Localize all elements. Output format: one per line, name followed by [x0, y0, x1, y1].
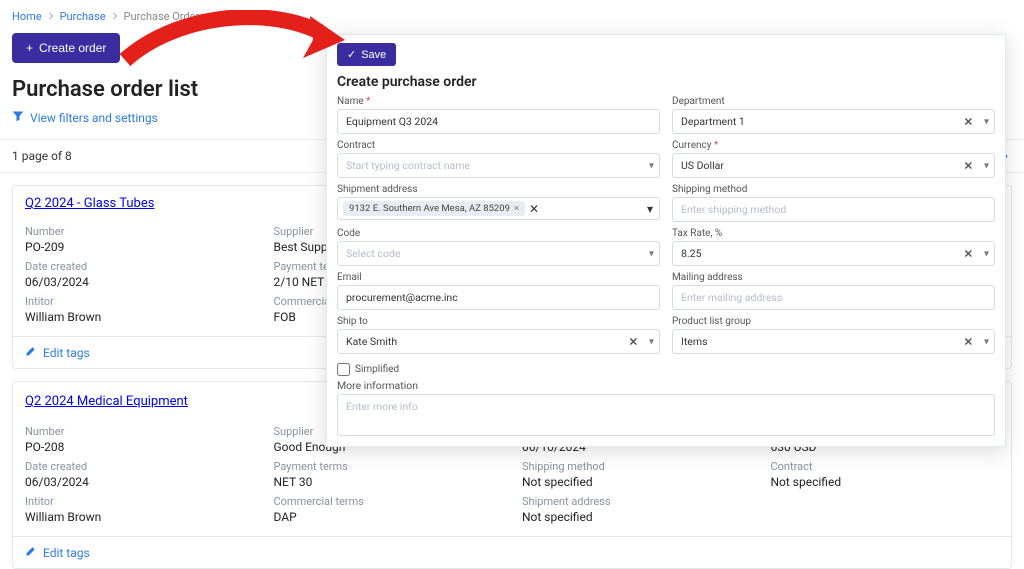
email-input[interactable] [337, 285, 660, 310]
create-po-modal: ✓ Save Create purchase order Name Depart… [326, 34, 1006, 447]
contract-label: Contract [337, 140, 660, 151]
shipping-method-label: Shipping method [672, 184, 995, 195]
pencil-icon [25, 345, 37, 360]
tax-select[interactable] [672, 241, 995, 266]
tax-label: Tax Rate, % [672, 228, 995, 239]
department-select[interactable] [672, 109, 995, 134]
name-input[interactable] [337, 109, 660, 134]
clear-icon[interactable]: ✕ [964, 115, 973, 128]
product-list-group-select[interactable] [672, 329, 995, 354]
code-label: Code [337, 228, 660, 239]
product-list-group-label: Product list group [672, 316, 995, 327]
address-chip[interactable]: 9132 E. Southern Ave Mesa, AZ 85209× [343, 201, 525, 216]
department-label: Department [672, 96, 995, 107]
breadcrumb: Home Purchase Purchase Orders [0, 0, 1024, 33]
filter-icon [12, 110, 24, 125]
shipto-label: Ship to [337, 316, 660, 327]
code-select[interactable] [337, 241, 660, 266]
breadcrumb-purchase[interactable]: Purchase [60, 10, 106, 23]
shipment-address-label: Shipment address [337, 184, 660, 195]
clear-icon[interactable]: ✕ [964, 335, 973, 348]
clear-icon[interactable]: ✕ [629, 335, 638, 348]
pencil-icon [25, 545, 37, 560]
currency-label: Currency [672, 140, 995, 151]
currency-select[interactable] [672, 153, 995, 178]
plus-icon: + [26, 41, 33, 55]
chevron-right-icon [112, 10, 118, 23]
simplified-checkbox[interactable] [337, 363, 350, 376]
name-label: Name [337, 96, 660, 107]
mailing-address-input[interactable] [672, 285, 995, 310]
clear-icon[interactable]: ✕ [964, 247, 973, 260]
shipping-method-input[interactable] [672, 197, 995, 222]
order-title-link[interactable]: Q2 2024 - Glass Tubes [25, 196, 154, 211]
save-button[interactable]: ✓ Save [337, 43, 396, 66]
shipment-address-input[interactable]: 9132 E. Southern Ave Mesa, AZ 85209× ✕ ▾ [337, 197, 660, 220]
clear-icon[interactable]: ✕ [529, 202, 539, 216]
chevron-right-icon [48, 10, 54, 23]
email-label: Email [337, 272, 660, 283]
check-icon: ✓ [347, 48, 356, 61]
contract-select[interactable] [337, 153, 660, 178]
more-info-label: More information [337, 379, 995, 392]
chevron-down-icon[interactable]: ▾ [647, 202, 653, 216]
modal-title: Create purchase order [337, 74, 995, 90]
order-title-link[interactable]: Q2 2024 Medical Equipment [25, 394, 188, 409]
clear-icon[interactable]: ✕ [964, 159, 973, 172]
simplified-label: Simplified [355, 364, 399, 375]
more-info-textarea[interactable] [337, 394, 995, 436]
view-filters-link[interactable]: View filters and settings [0, 110, 170, 139]
breadcrumb-home[interactable]: Home [12, 10, 42, 23]
breadcrumb-current: Purchase Orders [124, 10, 205, 23]
mailing-address-label: Mailing address [672, 272, 995, 283]
pager-text: 1 page of 8 [12, 149, 72, 163]
shipto-select[interactable] [337, 329, 660, 354]
edit-tags-link[interactable]: Edit tags [13, 536, 1011, 568]
chip-remove-icon[interactable]: × [514, 203, 519, 214]
create-order-button[interactable]: + Create order [12, 33, 120, 63]
